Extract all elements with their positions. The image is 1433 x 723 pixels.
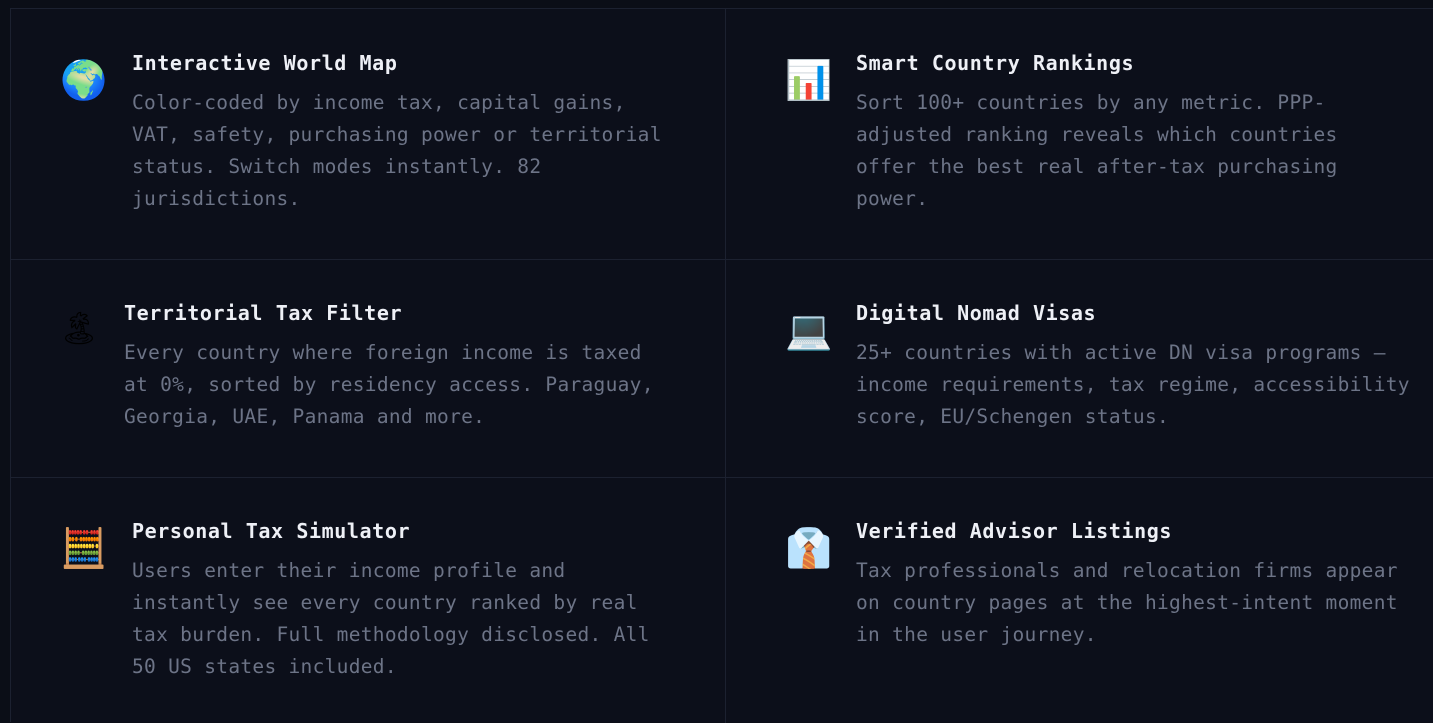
island-icon: 🏝 [58, 309, 100, 347]
feature-title: Interactive World Map [132, 51, 398, 75]
feature-description: Color-coded by income tax, capital gains… [132, 91, 662, 210]
feature-title: Smart Country Rankings [856, 51, 1135, 75]
feature-title: Personal Tax Simulator [132, 519, 411, 543]
feature-description: Every country where foreign income is ta… [124, 341, 654, 428]
feature-card-territorial-tax: 🏝 Territorial Tax Filter Every country w… [11, 260, 726, 478]
feature-card-nomad-visas: 💻 Digital Nomad Visas 25+ countries with… [726, 260, 1433, 478]
feature-title: Verified Advisor Listings [856, 519, 1173, 543]
globe-icon: 🌍 [60, 58, 108, 102]
feature-card-advisor-listings: 👔 Verified Advisor Listings Tax professi… [726, 478, 1433, 723]
laptop-icon: 💻 [785, 308, 833, 352]
feature-card-tax-simulator: 🧮 Personal Tax Simulator Users enter the… [11, 478, 726, 723]
abacus-icon: 🧮 [60, 526, 108, 570]
bar-chart-icon: 📊 [785, 58, 833, 102]
necktie-shirt-icon: 👔 [785, 526, 833, 570]
feature-description: Tax professionals and relocation firms a… [856, 559, 1398, 646]
feature-description: Users enter their income profile and ins… [132, 559, 650, 678]
feature-description: Sort 100+ countries by any metric. PPP-a… [856, 91, 1338, 210]
feature-card-country-rankings: 📊 Smart Country Rankings Sort 100+ count… [726, 9, 1433, 260]
features-grid: 🌍 Interactive World Map Color-coded by i… [10, 8, 1433, 723]
feature-title: Territorial Tax Filter [124, 301, 403, 325]
feature-description: 25+ countries with active DN visa progra… [856, 341, 1410, 428]
feature-title: Digital Nomad Visas [856, 301, 1097, 325]
feature-card-world-map: 🌍 Interactive World Map Color-coded by i… [11, 9, 726, 260]
